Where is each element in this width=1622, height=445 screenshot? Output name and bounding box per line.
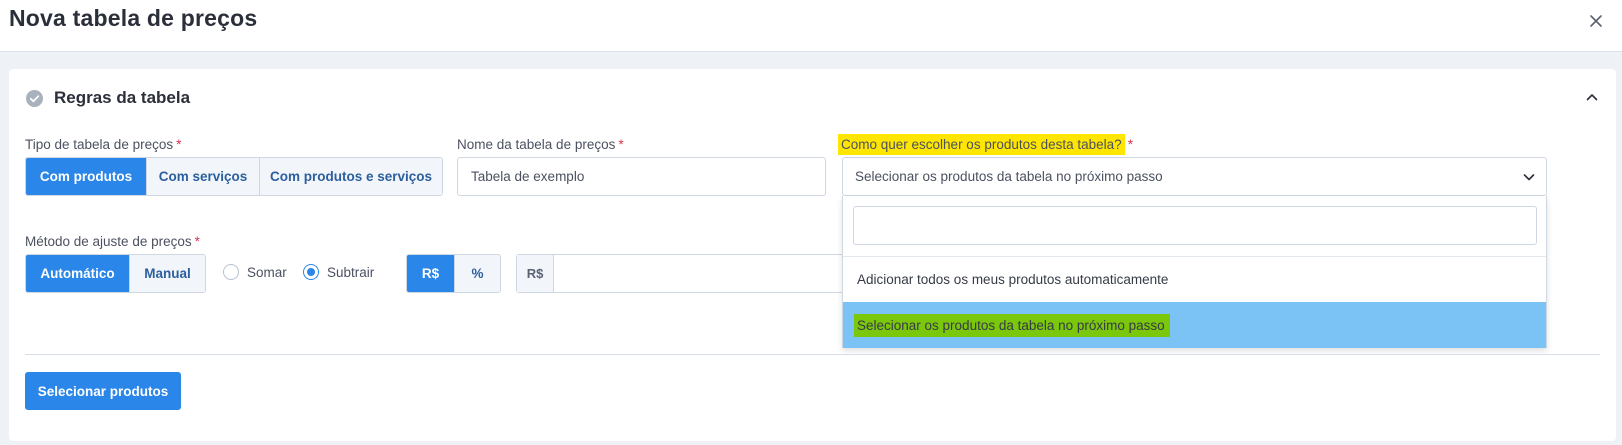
required-mark: * <box>176 137 182 152</box>
nome-tabela-label: Nome da tabela de preços * <box>457 137 624 152</box>
tipo-tabela-segmented: Com produtos Com serviços Com produtos e… <box>25 157 443 196</box>
metodo-ajuste-label-text: Método de ajuste de preços <box>25 234 192 249</box>
somar-label: Somar <box>247 264 287 280</box>
currency-prefix: R$ <box>517 255 554 292</box>
radio-circle-selected[interactable] <box>303 264 319 280</box>
escolha-produtos-label: Como quer escolher os produtos desta tab… <box>838 134 1133 155</box>
metodo-ajuste-label: Método de ajuste de preços * <box>25 234 200 249</box>
tipo-tabela-label-text: Tipo de tabela de preços <box>25 137 174 152</box>
nome-tabela-label-text: Nome da tabela de preços <box>457 137 616 152</box>
panel-title: Regras da tabela <box>54 88 191 107</box>
unidade-percent-button[interactable]: % <box>455 255 500 292</box>
escolha-produtos-label-text: Como quer escolher os produtos desta tab… <box>838 134 1125 155</box>
selecionar-produtos-button[interactable]: Selecionar produtos <box>25 372 181 410</box>
unidade-reais-button[interactable]: R$ <box>407 255 455 292</box>
chevron-down-icon <box>1523 174 1535 181</box>
escolha-produtos-select[interactable]: Selecionar os produtos da tabela no próx… <box>842 157 1547 196</box>
metodo-manual-button[interactable]: Manual <box>130 255 205 292</box>
close-icon[interactable] <box>1584 9 1608 33</box>
check-circle-icon <box>26 90 43 107</box>
tipo-com-servicos-button[interactable]: Com serviços <box>147 158 260 195</box>
escolha-produtos-dropdown: Adicionar todos os meus produtos automat… <box>842 196 1547 348</box>
required-mark: * <box>1127 137 1133 152</box>
valor-ajuste-input[interactable]: R$ <box>516 254 846 293</box>
panel-header[interactable]: Regras da tabela <box>9 69 1616 125</box>
tipo-com-produtos-e-servicos-button[interactable]: Com produtos e serviços <box>260 158 442 195</box>
modal-header: Nova tabela de preços <box>0 0 1622 52</box>
radio-circle[interactable] <box>223 264 239 280</box>
tipo-com-produtos-button[interactable]: Com produtos <box>26 158 147 195</box>
nome-tabela-input[interactable]: Tabela de exemplo <box>457 157 826 196</box>
rules-panel: Regras da tabela Tipo de tabela de preço… <box>9 69 1616 441</box>
required-mark: * <box>194 234 200 249</box>
metodo-automatico-button[interactable]: Automático <box>26 255 130 292</box>
option-label: Adicionar todos os meus produtos automat… <box>857 272 1169 287</box>
metodo-ajuste-segmented: Automático Manual <box>25 254 206 293</box>
escolha-produtos-select-value: Selecionar os produtos da tabela no próx… <box>855 169 1163 184</box>
dropdown-search-input[interactable] <box>853 206 1537 245</box>
modal-title: Nova tabela de preços <box>9 5 258 31</box>
dropdown-option-adicionar-todos[interactable]: Adicionar todos os meus produtos automat… <box>843 256 1546 302</box>
dropdown-option-selecionar-proximo-passo[interactable]: Selecionar os produtos da tabela no próx… <box>843 302 1546 348</box>
tipo-tabela-label: Tipo de tabela de preços * <box>25 137 181 152</box>
subtrair-label: Subtrair <box>327 264 375 280</box>
unidade-segmented: R$ % <box>406 254 501 293</box>
subtrair-radio[interactable]: Subtrair <box>303 264 374 280</box>
required-mark: * <box>618 137 624 152</box>
divider <box>25 354 1600 355</box>
somar-radio[interactable]: Somar <box>223 264 287 280</box>
chevron-up-icon[interactable] <box>1584 89 1600 105</box>
option-label: Selecionar os produtos da tabela no próx… <box>854 313 1170 337</box>
